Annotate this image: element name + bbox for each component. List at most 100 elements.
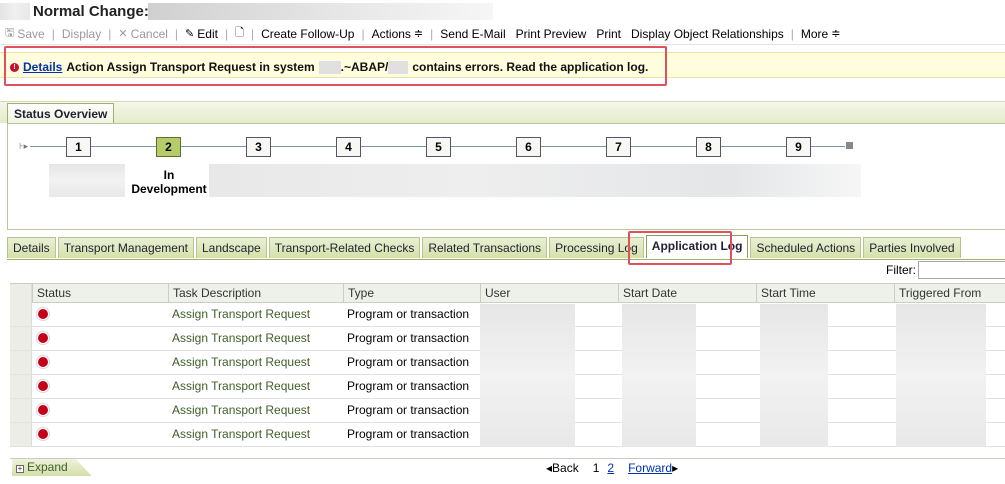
type-cell: Program or transaction <box>347 307 470 321</box>
tab-status-overview[interactable]: Status Overview <box>7 103 115 124</box>
toolbar-separator: | <box>51 26 55 41</box>
type-cell: Program or transaction <box>347 331 470 345</box>
forward-button[interactable]: Forward▸ <box>628 461 678 475</box>
create-follow-up-button[interactable]: Create Follow-Up <box>256 27 359 41</box>
redacted-cell-block <box>896 304 986 447</box>
toolbar-separator: | <box>361 26 365 41</box>
redacted-step-label <box>49 164 125 197</box>
column-header-status[interactable]: Status <box>32 284 168 303</box>
page-title: Normal Change: <box>33 3 149 20</box>
type-cell: Program or transaction <box>347 403 470 417</box>
redacted-cell-block <box>480 304 575 447</box>
tab-details[interactable]: Details <box>7 237 56 258</box>
type-cell: Program or transaction <box>347 355 470 369</box>
row-selector[interactable] <box>10 375 32 398</box>
track-end-icon <box>846 142 853 149</box>
column-header-user[interactable]: User <box>480 284 618 303</box>
title-redacted-prefix <box>0 3 30 20</box>
redacted-cell-block <box>760 304 828 447</box>
column-header-start-time[interactable]: Start Time <box>756 284 894 303</box>
status-step-6[interactable]: 6 <box>516 137 541 157</box>
toolbar-separator: | <box>108 26 112 41</box>
type-cell: Program or transaction <box>347 379 470 393</box>
tab-transport-related-checks[interactable]: Transport-Related Checks <box>268 237 421 258</box>
page-2[interactable]: 2 <box>607 461 614 475</box>
row-selector[interactable] <box>10 399 32 422</box>
save-button[interactable]: 🖫 Save <box>0 24 50 43</box>
column-header-start-date[interactable]: Start Date <box>618 284 756 303</box>
back-button[interactable]: ◂Back <box>546 461 579 475</box>
toolbar-separator: | <box>174 26 179 41</box>
cancel-button[interactable]: ✕ Cancel <box>113 27 173 41</box>
display-button[interactable]: Display <box>57 27 106 41</box>
menu-arrow-icon: ≑ <box>831 28 841 40</box>
type-cell: Program or transaction <box>347 427 470 441</box>
status-step-2[interactable]: 2 <box>156 137 181 157</box>
table-header: Status Task Description Type User Start Date… <box>10 283 1005 303</box>
toolbar-separator: | <box>250 26 255 41</box>
redacted-cell-block <box>622 304 696 447</box>
red-status-icon <box>38 333 48 343</box>
filter-input[interactable] <box>918 261 1005 279</box>
red-status-icon <box>38 381 48 391</box>
toolbar: 🖫 Save | Display | ✕ Cancel | ✎ Edit | 🗋 | … <box>0 23 1005 45</box>
floppy-icon: 🖫 <box>5 27 15 39</box>
column-header-task-description[interactable]: Task Description <box>168 284 343 303</box>
toolbar-separator: | <box>224 26 229 41</box>
task-description-link[interactable]: Assign Transport Request <box>168 423 310 446</box>
tab-transport-management[interactable]: Transport Management <box>57 237 194 258</box>
edit-button[interactable]: ✎ Edit <box>180 27 223 41</box>
tab-related-transactions[interactable]: Related Transactions <box>422 237 548 258</box>
actions-menu[interactable]: Actions ≑ <box>367 27 429 41</box>
column-header-triggered-from[interactable]: Triggered From <box>894 284 1005 303</box>
column-header-type[interactable]: Type <box>343 284 480 303</box>
display-object-relationships-button[interactable]: Display Object Relationships <box>626 27 789 41</box>
status-step-5[interactable]: 5 <box>426 137 451 157</box>
status-step-9[interactable]: 9 <box>786 137 811 157</box>
red-status-icon <box>38 309 48 319</box>
print-preview-button[interactable]: Print Preview <box>511 27 592 41</box>
select-all-column[interactable] <box>10 284 32 303</box>
status-step-8[interactable]: 8 <box>696 137 721 157</box>
red-status-icon <box>38 405 48 415</box>
task-description-link[interactable]: Assign Transport Request <box>168 351 310 374</box>
highlight-box-tab <box>628 231 732 265</box>
tab-bar: Details Transport Management Landscape Tran… <box>7 235 961 258</box>
send-email-button[interactable]: Send E-Mail <box>435 27 510 41</box>
red-status-icon <box>38 357 48 367</box>
status-step-4[interactable]: 4 <box>336 137 361 157</box>
toolbar-separator: | <box>790 26 794 41</box>
highlight-box-message <box>4 46 667 86</box>
status-overview-band <box>0 101 1005 123</box>
tab-landscape[interactable]: Landscape <box>195 237 267 258</box>
table-footer <box>10 458 1005 478</box>
filter-label: Filter: <box>886 263 916 277</box>
copy-button[interactable]: 🗋 <box>230 24 249 43</box>
tab-scheduled-actions[interactable]: Scheduled Actions <box>750 237 862 258</box>
row-selector[interactable] <box>10 423 32 446</box>
toolbar-separator: | <box>430 26 434 41</box>
task-description-link[interactable]: Assign Transport Request <box>168 399 310 422</box>
row-selector[interactable] <box>10 303 32 326</box>
document-icon: 🗋 <box>235 27 244 39</box>
pager: ◂Back 1 2 Forward▸ <box>546 461 678 475</box>
task-description-link[interactable]: Assign Transport Request <box>168 375 310 398</box>
page-1[interactable]: 1 <box>593 461 600 475</box>
track-start-icon: ⊦▸ <box>19 141 29 151</box>
more-menu[interactable]: More ≑ <box>796 27 846 41</box>
status-step-7[interactable]: 7 <box>606 137 631 157</box>
row-selector[interactable] <box>10 351 32 374</box>
print-button[interactable]: Print <box>591 27 626 41</box>
task-description-link[interactable]: Assign Transport Request <box>168 327 310 350</box>
task-description-link[interactable]: Assign Transport Request <box>168 303 310 326</box>
active-step-label: In Development <box>131 168 207 196</box>
status-step-3[interactable]: 3 <box>246 137 271 157</box>
redacted-step-labels <box>209 164 861 197</box>
x-icon: ✕ <box>118 28 128 40</box>
row-selector[interactable] <box>10 327 32 350</box>
title-redacted-id <box>148 3 493 20</box>
tab-parties-involved[interactable]: Parties Involved <box>863 237 961 258</box>
menu-arrow-icon: ≑ <box>413 28 424 40</box>
status-step-1[interactable]: 1 <box>66 137 91 157</box>
pencil-icon: ✎ <box>185 28 195 40</box>
